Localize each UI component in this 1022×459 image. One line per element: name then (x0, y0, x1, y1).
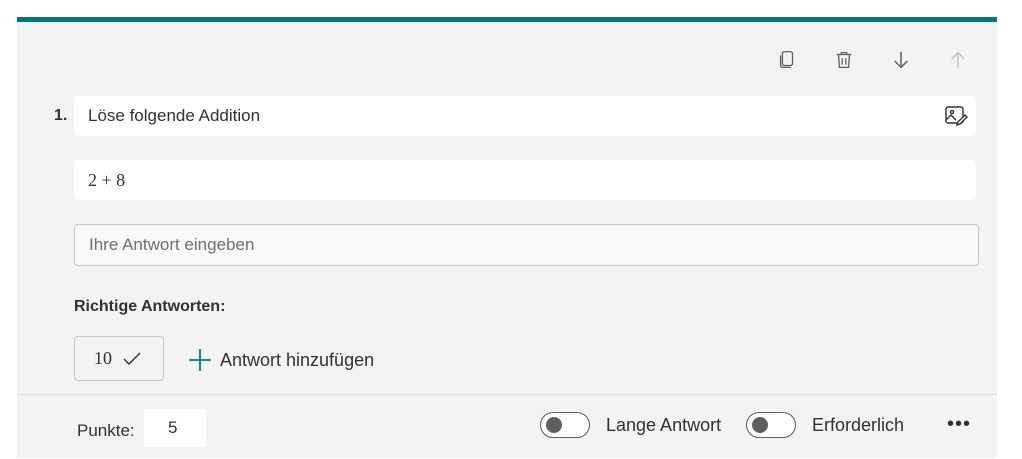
delete-button[interactable] (828, 44, 859, 75)
points-input[interactable]: 5 (144, 409, 206, 447)
image-edit-icon (945, 106, 968, 127)
question-title-field[interactable]: Löse folgende Addition (74, 96, 976, 136)
move-up-button[interactable] (942, 44, 973, 75)
copy-button[interactable] (771, 44, 802, 75)
long-answer-label: Lange Antwort (606, 415, 722, 435)
correct-answer-chip[interactable]: 10 (74, 336, 164, 381)
move-down-button[interactable] (885, 44, 916, 75)
add-answer-label: Antwort hinzufügen (220, 349, 375, 370)
question-footer: Punkte: 5 Lange Antwort Erforderlich ••• (17, 394, 997, 458)
required-toggle[interactable] (746, 412, 796, 438)
math-expression[interactable]: 2 + 8 (74, 160, 976, 200)
points-label: Punkte: (77, 421, 135, 440)
add-answer-button[interactable]: Antwort hinzufügen (188, 348, 374, 372)
insert-media-button[interactable] (944, 104, 968, 128)
toggle-knob (546, 417, 562, 433)
answer-input[interactable]: Ihre Antwort eingeben (74, 224, 979, 266)
plus-icon (189, 349, 211, 371)
arrow-down-icon (893, 51, 908, 68)
more-options-button[interactable]: ••• (947, 413, 971, 436)
long-answer-toggle[interactable] (540, 412, 590, 438)
question-card: 1. Löse folgende Addition 2 + 8 Ihre Ant… (17, 17, 997, 458)
toggle-knob (752, 417, 768, 433)
copy-icon (779, 50, 793, 68)
delete-icon (836, 51, 851, 68)
required-label: Erforderlich (812, 415, 905, 435)
question-toolbar (771, 44, 973, 75)
correct-answers-label: Richtige Antworten: (74, 298, 226, 315)
correct-answer-value: 10 (94, 348, 112, 368)
arrow-up-icon (950, 51, 965, 68)
checkmark-icon (123, 352, 141, 365)
question-title: Löse folgende Addition (88, 106, 261, 125)
question-number: 1. (54, 107, 68, 124)
